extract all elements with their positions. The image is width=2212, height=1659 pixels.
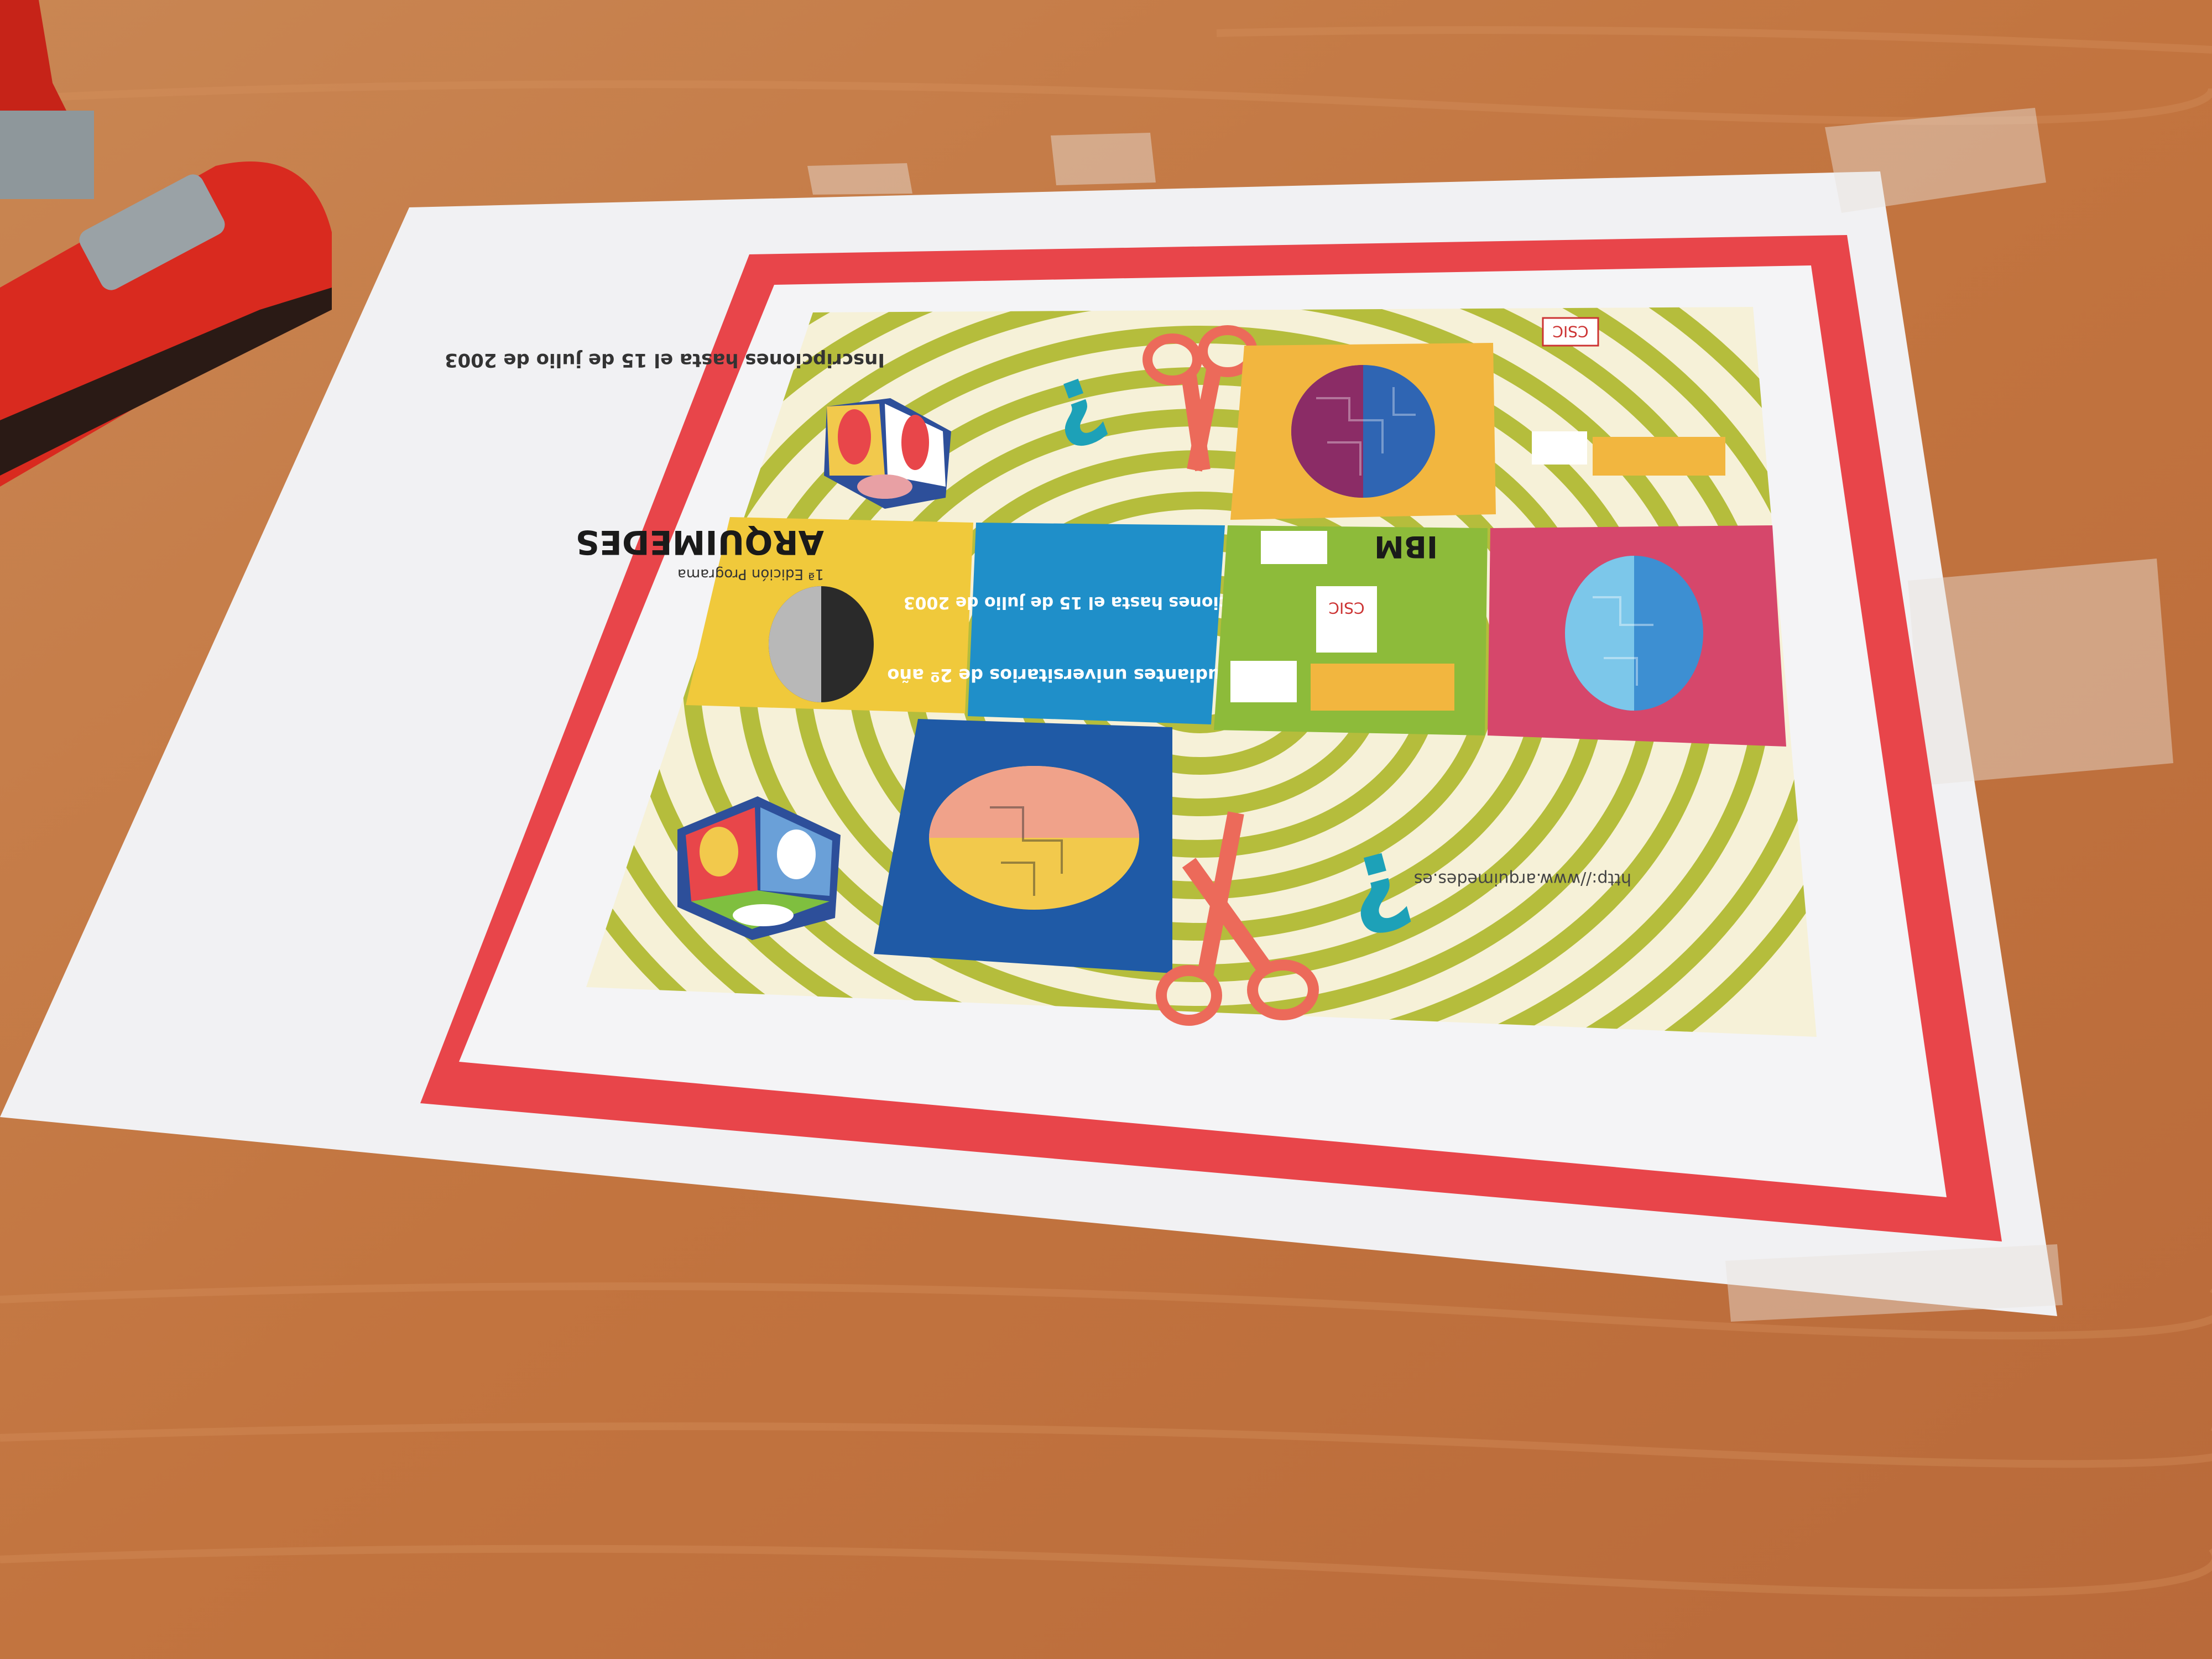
sponsor-logo-box (1261, 531, 1327, 564)
ministry-logo-left (1230, 661, 1297, 702)
poster-subtitle: 1ª Edición Programa (677, 566, 824, 582)
poster-url: http://www.arquimedes.es (1414, 869, 1631, 889)
corner-deadline-text: Inscripciones hasta el 15 de julio de 20… (445, 349, 885, 371)
photo-scene: Inscripciones hasta el 15 de julio de 20… (0, 0, 2212, 1659)
csic-logo-box (1316, 586, 1377, 653)
egg-blue (1565, 556, 1703, 711)
svg-text:CSIC: CSIC (1552, 322, 1588, 341)
poster-title: ARQUIMEDES (576, 523, 824, 561)
ministry-logo (1311, 664, 1454, 711)
sponsor-ibm: IBM (1374, 529, 1438, 564)
egg-gray (769, 586, 874, 702)
egg-bottom (929, 766, 1139, 910)
sponsor-csic: CSIC (1328, 599, 1364, 617)
panel-audience (968, 523, 1225, 724)
egg-top (1291, 365, 1435, 498)
